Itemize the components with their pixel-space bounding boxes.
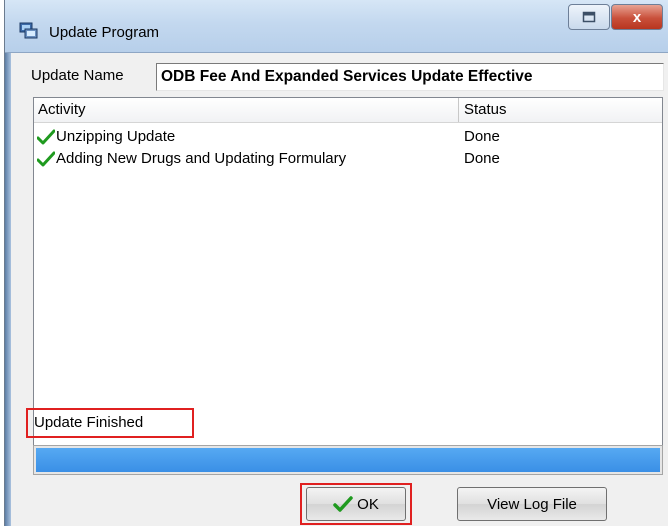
restore-button[interactable] (568, 4, 610, 30)
restore-icon (582, 11, 596, 23)
close-icon: x (632, 8, 642, 26)
column-header-status[interactable]: Status (459, 98, 664, 122)
update-name-label: Update Name (31, 67, 124, 84)
dialog-content: Update Name ODB Fee And Expanded Service… (11, 53, 668, 526)
list-item[interactable]: Unzipping Update Done (34, 126, 662, 148)
view-log-file-button[interactable]: View Log File (457, 487, 607, 521)
app-icon (19, 22, 38, 39)
list-item[interactable]: Adding New Drugs and Updating Formulary … (34, 148, 662, 170)
close-button[interactable]: x (611, 4, 663, 30)
title-bar[interactable]: Update Program x (5, 0, 668, 53)
column-header-activity[interactable]: Activity (34, 98, 459, 122)
status-text: Done (464, 150, 500, 167)
check-icon (333, 496, 353, 512)
activity-text: Adding New Drugs and Updating Formulary (56, 150, 347, 167)
update-program-window: Update Program x Update Name ODB Fee And… (4, 0, 668, 526)
check-icon (37, 129, 55, 145)
status-text: Done (464, 128, 500, 145)
progress-bar-fill (36, 448, 660, 472)
check-icon (37, 151, 55, 167)
list-header: Activity Status (34, 98, 662, 123)
ok-button[interactable]: OK (306, 487, 406, 521)
progress-bar (33, 445, 663, 475)
update-name-field: ODB Fee And Expanded Services Update Eff… (156, 63, 664, 91)
status-highlight-box: Update Finished (26, 408, 194, 438)
ok-button-label: OK (357, 495, 379, 513)
view-log-file-label: View Log File (487, 495, 577, 513)
window-title: Update Program (49, 24, 160, 41)
activity-text: Unzipping Update (56, 128, 176, 145)
activity-list[interactable]: Activity Status Unzipping Update Done Ad… (33, 97, 663, 447)
update-status-label: Update Finished (34, 414, 144, 431)
